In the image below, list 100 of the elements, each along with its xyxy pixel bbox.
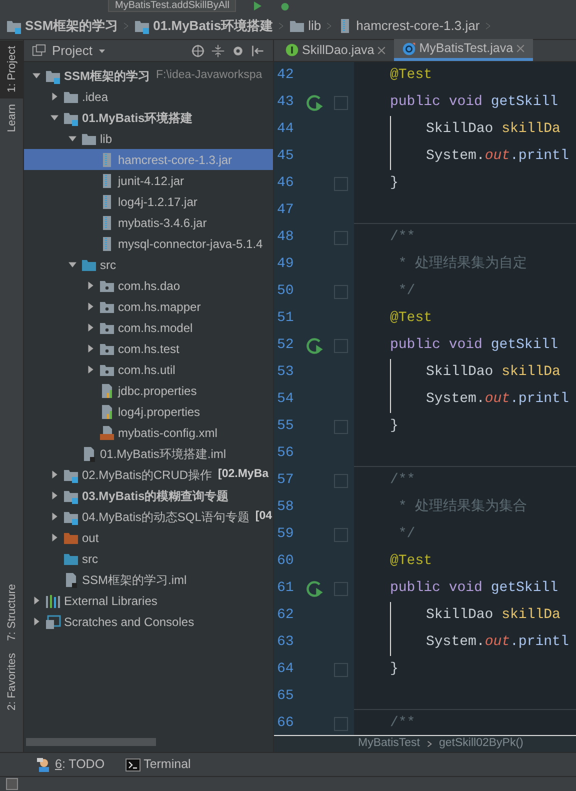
breadcrumb-item[interactable]: hamcrest-core-1.3.jar: [337, 16, 480, 36]
interface-icon: [285, 43, 299, 57]
tree-item[interactable]: com.hs.dao: [24, 275, 273, 296]
line-number: 57: [276, 471, 295, 490]
tree-item[interactable]: src: [24, 254, 273, 275]
collapse-all-icon[interactable]: [211, 44, 225, 58]
module-file-icon: [63, 572, 79, 588]
tree-item[interactable]: log4j.properties: [24, 401, 273, 422]
close-icon: [516, 44, 526, 53]
breadcrumb-item[interactable]: MyBatisTest: [358, 735, 420, 753]
code-line: }: [390, 417, 398, 436]
tree-item[interactable]: External Libraries: [24, 590, 273, 611]
code-line: public void getSkill: [390, 336, 558, 355]
code-line: SkillDao skillDa: [390, 359, 560, 386]
properties-file-icon: [99, 404, 115, 420]
tree-item[interactable]: 02.MyBatis的CRUD操作 [02.MyBa: [24, 464, 273, 485]
line-number: 52: [276, 336, 295, 355]
line-number: 54: [276, 390, 295, 409]
run-config-selector[interactable]: MyBatisTest.addSkillByAll: [108, 0, 236, 12]
tree-item[interactable]: 01.MyBatis环境搭建: [24, 107, 273, 128]
fold-marker[interactable]: [334, 420, 348, 434]
tree-item[interactable]: .idea: [24, 86, 273, 107]
tree-item[interactable]: mybatis-config.xml: [24, 422, 273, 443]
tree-item[interactable]: SSM框架的学习.iml: [24, 569, 273, 590]
code-line: @Test: [390, 66, 432, 85]
tree-item[interactable]: SSM框架的学习 F:\idea-Javaworkspa: [24, 65, 273, 86]
breadcrumb-item[interactable]: 01.MyBatis环境搭建: [134, 16, 274, 36]
line-number: 51: [276, 309, 295, 328]
tree-item[interactable]: 01.MyBatis环境搭建.iml: [24, 443, 273, 464]
fold-marker[interactable]: [334, 96, 348, 110]
code-line: public void getSkill: [390, 93, 558, 112]
code-line: @Test: [390, 309, 432, 328]
tool-window-button[interactable]: Terminal: [120, 755, 195, 774]
tool-window-button[interactable]: 6: TODO: [32, 755, 109, 774]
tree-item[interactable]: com.hs.mapper: [24, 296, 273, 317]
fold-marker[interactable]: [334, 284, 348, 298]
locate-icon[interactable]: [191, 44, 205, 58]
line-number: 59: [276, 525, 295, 544]
tree-item[interactable]: com.hs.util: [24, 359, 273, 380]
tree-item[interactable]: lib: [24, 128, 273, 149]
editor-tab[interactable]: SkillDao.java: [277, 39, 394, 61]
horizontal-scrollbar[interactable]: [26, 738, 156, 746]
tool-window-tab[interactable]: Learn: [0, 98, 23, 139]
tool-window-tab[interactable]: 7: Structure: [0, 578, 23, 647]
tree-item[interactable]: jdbc.properties: [24, 380, 273, 401]
tool-window-tab[interactable]: 2: Favorites: [0, 646, 23, 716]
status-toggle-icon[interactable]: [6, 778, 18, 790]
tree-item[interactable]: com.hs.model: [24, 317, 273, 338]
line-number: 45: [276, 147, 295, 166]
tree-item[interactable]: com.hs.test: [24, 338, 273, 359]
code-line: /**: [390, 471, 416, 490]
fold-marker[interactable]: [334, 338, 348, 352]
panel-title: Project: [52, 42, 92, 60]
libraries-icon: [45, 592, 61, 608]
code-line: @Test: [390, 552, 432, 571]
fold-marker[interactable]: [334, 716, 348, 730]
properties-file-icon: [99, 382, 115, 398]
editor-tab[interactable]: MyBatisTest.java: [394, 39, 534, 61]
breadcrumb-item[interactable]: lib: [289, 16, 322, 36]
chevron-icon: [426, 739, 433, 749]
run-test-icon[interactable]: [306, 94, 324, 112]
line-number: 66: [276, 714, 295, 733]
settings-icon[interactable]: [231, 44, 245, 58]
line-number: 42: [276, 66, 295, 85]
run-test-icon[interactable]: [306, 580, 324, 598]
line-number: 61: [276, 579, 295, 598]
line-number: 58: [276, 498, 295, 517]
code-line: /**: [390, 714, 416, 733]
tree-item[interactable]: junit-4.12.jar: [24, 170, 273, 191]
fold-marker[interactable]: [334, 582, 348, 596]
tree-item[interactable]: src: [24, 548, 273, 569]
tree-item[interactable]: 03.MyBatis的模糊查询专题: [24, 485, 273, 506]
line-number: 43: [276, 93, 295, 112]
fold-marker[interactable]: [334, 474, 348, 488]
code-line: SkillDao skillDa: [390, 602, 560, 629]
tree-item[interactable]: log4j-1.2.17.jar: [24, 191, 273, 212]
fold-marker[interactable]: [334, 230, 348, 244]
run-test-icon[interactable]: [306, 336, 324, 354]
panel-icon: [32, 44, 46, 58]
fold-marker[interactable]: [334, 528, 348, 542]
breadcrumb-item[interactable]: getSkill02ByPk(): [439, 735, 524, 753]
tree-item[interactable]: mybatis-3.4.6.jar: [24, 212, 273, 233]
tree-item[interactable]: Scratches and Consoles: [24, 611, 273, 632]
line-number: 56: [276, 444, 295, 463]
tree-item[interactable]: out: [24, 527, 273, 548]
code-line: public void getSkill: [390, 579, 558, 598]
line-number: 64: [276, 660, 295, 679]
hide-panel-icon[interactable]: [251, 44, 265, 58]
tool-window-tab[interactable]: 1: Project: [0, 40, 23, 98]
line-number: 47: [276, 201, 295, 220]
code-line: /**: [390, 228, 416, 247]
terminal-icon: [124, 756, 141, 772]
tree-item[interactable]: mysql-connector-java-5.1.4: [24, 233, 273, 254]
fold-marker[interactable]: [334, 176, 348, 190]
scratches-icon: [45, 614, 61, 630]
fold-marker[interactable]: [334, 662, 348, 676]
tree-item[interactable]: 04.MyBatis的动态SQL语句专题 [04: [24, 506, 273, 527]
line-number: 46: [276, 174, 295, 193]
code-line: }: [390, 174, 398, 193]
breadcrumb-item[interactable]: SSM框架的学习: [6, 16, 118, 36]
